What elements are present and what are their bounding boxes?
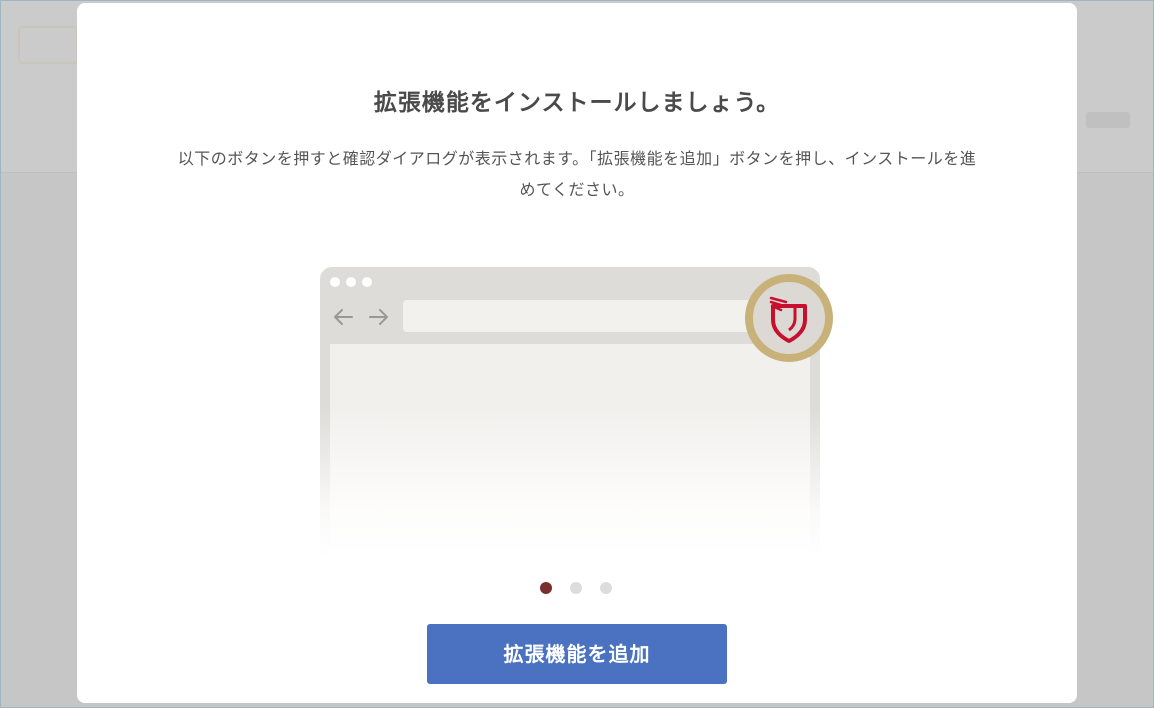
arrow-right-icon bbox=[369, 309, 388, 325]
modal-title: 拡張機能をインストールしましょう。 bbox=[373, 90, 781, 116]
illustration-fade bbox=[320, 407, 840, 557]
window-dot bbox=[330, 277, 340, 287]
address-bar-illustration bbox=[403, 300, 763, 332]
pager-dot-1[interactable] bbox=[540, 582, 552, 594]
install-extension-modal: 拡張機能をインストールしましょう。 以下のボタンを押すと確認ダイアログが表示され… bbox=[77, 3, 1077, 703]
window-dot bbox=[346, 277, 356, 287]
shield-logo-icon bbox=[745, 274, 833, 362]
window-dot bbox=[362, 277, 372, 287]
background-menu bbox=[1086, 112, 1130, 128]
pager-dot-2[interactable] bbox=[570, 582, 582, 594]
pager-dot-3[interactable] bbox=[600, 582, 612, 594]
arrow-left-icon bbox=[334, 309, 353, 325]
browser-illustration bbox=[320, 267, 840, 557]
modal-description: 以下のボタンを押すと確認ダイアログが表示されます。「拡張機能を追加」ボタンを押し… bbox=[177, 149, 977, 199]
add-extension-button[interactable]: 拡張機能を追加 bbox=[427, 624, 727, 684]
carousel-pager bbox=[540, 582, 620, 594]
background-logo bbox=[18, 26, 78, 64]
